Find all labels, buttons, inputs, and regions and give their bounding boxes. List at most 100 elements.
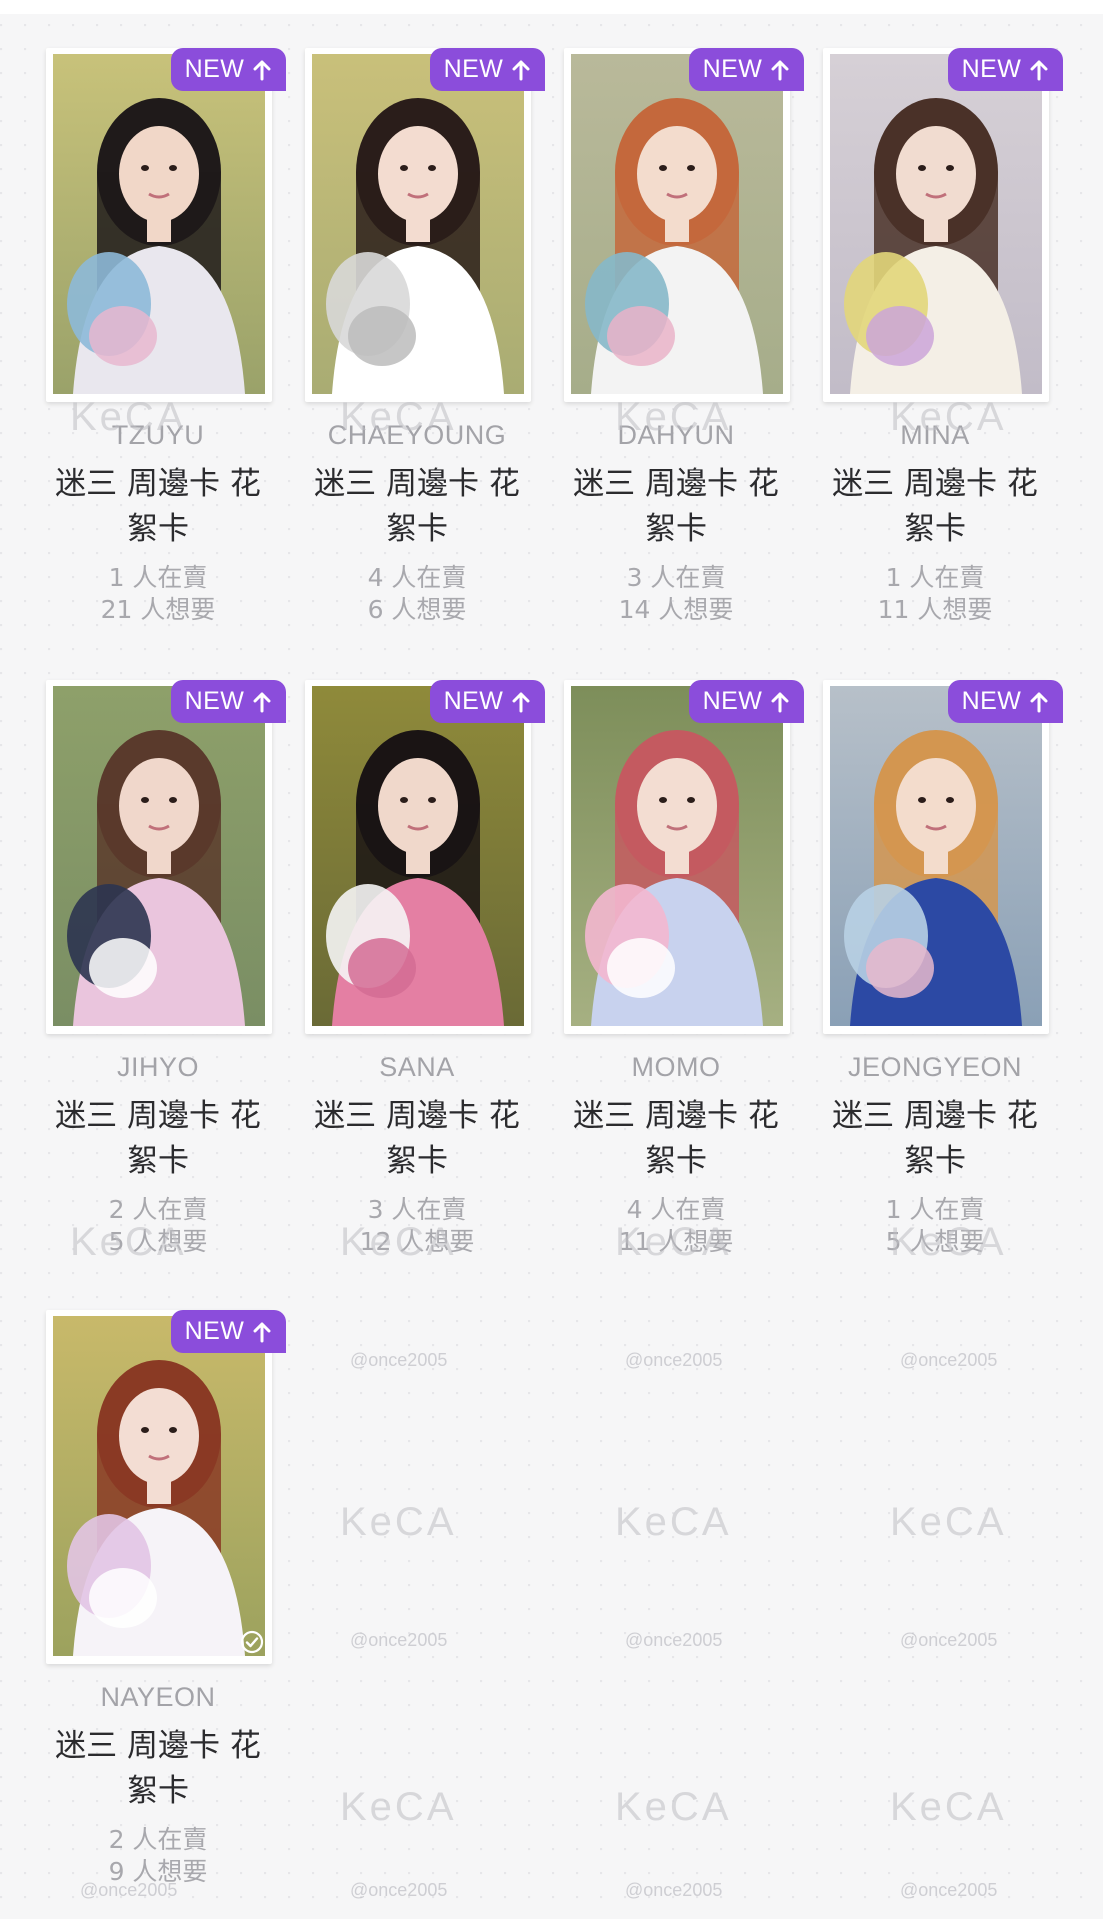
arrow-up-icon [253,692,271,712]
new-badge: NEW [171,1310,286,1353]
photocard-image [312,686,524,1026]
keca-watermark: KeCA [615,1785,732,1829]
handle-watermark: @once2005 [900,1630,998,1650]
member-name: MOMO [631,1052,721,1082]
new-badge-label: NEW [961,55,1022,83]
member-name: NAYEON [100,1682,216,1712]
keca-watermark: KeCA [340,1500,457,1544]
member-name: JIHYO [116,1052,199,1082]
card-title: 迷三 周邊卡 花絮卡 [314,1098,520,1179]
sellers-count: 1 人在賣 [885,563,985,592]
handle-watermark: @once2005 [350,1350,448,1370]
photocard-image-frame[interactable]: NEW [305,680,545,1034]
handle-watermark: @once2005 [350,1880,448,1900]
card-title: 迷三 周邊卡 花絮卡 [55,1098,261,1179]
member-name: JEONGYEON [847,1052,1023,1082]
photocard-image-frame[interactable]: NEW [823,680,1063,1034]
keca-watermark: KeCA [890,1785,1007,1829]
card-title: 迷三 周邊卡 花絮卡 [573,466,779,547]
arrow-up-icon [512,692,530,712]
card-title: 迷三 周邊卡 花絮卡 [832,1098,1038,1179]
top-bar [0,0,1103,14]
new-badge: NEW [171,48,286,91]
check-circle-icon [240,1630,264,1654]
new-badge: NEW [948,48,1063,91]
handle-watermark: @once2005 [350,1630,448,1650]
photocard-image-frame[interactable]: NEW [823,48,1063,402]
arrow-up-icon [512,60,530,80]
handle-watermark: @once2005 [900,1880,998,1900]
photocard-item[interactable]: NEW DAHYUN 迷三 周邊卡 花絮卡 3 人在賣 14 人想要 [546,30,806,640]
photocard-image-frame[interactable]: NEW [564,680,804,1034]
photocard-image-frame[interactable]: NEW [564,48,804,402]
new-badge-label: NEW [184,687,245,715]
new-badge-label: NEW [443,687,504,715]
photocard-item[interactable]: NEW SANA 迷三 周邊卡 花絮卡 3 人在賣 12 人想要 [287,662,547,1272]
wanters-count: 21 人想要 [100,595,216,624]
keca-watermark: KeCA [70,1220,187,1264]
photocard-item[interactable]: NEW NAYEON 迷三 周邊卡 花絮卡 2 人在賣 9 人想要 [28,1292,288,1902]
handle-watermark: @once2005 [80,1880,178,1900]
arrow-up-icon [1030,692,1048,712]
photocard-image [830,686,1042,1026]
keca-watermark: KeCA [70,395,187,439]
photocard-item[interactable]: NEW CHAEYOUNG 迷三 周邊卡 花絮卡 4 人在賣 6 人想要 [287,30,547,640]
handle-watermark: @once2005 [625,1350,723,1370]
new-badge-label: NEW [184,55,245,83]
sellers-count: 2 人在賣 [108,1825,208,1854]
member-name: SANA [379,1052,455,1082]
new-badge: NEW [430,680,545,723]
keca-watermark: KeCA [615,395,732,439]
sellers-count: 1 人在賣 [108,563,208,592]
card-title: 迷三 周邊卡 花絮卡 [573,1098,779,1179]
wanters-count: 6 人想要 [367,595,467,624]
card-title: 迷三 周邊卡 花絮卡 [314,466,520,547]
arrow-up-icon [771,60,789,80]
card-title: 迷三 周邊卡 花絮卡 [55,466,261,547]
arrow-up-icon [1030,60,1048,80]
new-badge-label: NEW [184,1317,245,1345]
photocard-item[interactable]: NEW MOMO 迷三 周邊卡 花絮卡 4 人在賣 11 人想要 [546,662,806,1272]
new-badge-label: NEW [443,55,504,83]
photocard-image-frame[interactable]: NEW [46,680,286,1034]
photocard-grid-page: NEW TZUYU 迷三 周邊卡 花絮卡 1 人在賣 21 人想要 NEW CH… [0,0,1103,1919]
new-badge-label: NEW [702,55,763,83]
photocard-image [312,54,524,394]
photocard-item[interactable]: NEW MINA 迷三 周邊卡 花絮卡 1 人在賣 11 人想要 [805,30,1065,640]
keca-watermark: KeCA [890,1220,1007,1264]
sellers-count: 4 人在賣 [367,563,467,592]
photocard-image [571,54,783,394]
photocard-image [830,54,1042,394]
new-badge: NEW [430,48,545,91]
keca-watermark: KeCA [890,1500,1007,1544]
photocard-image [53,1316,265,1656]
photocard-image [53,686,265,1026]
keca-watermark: KeCA [340,1220,457,1264]
new-badge: NEW [948,680,1063,723]
arrow-up-icon [253,60,271,80]
keca-watermark: KeCA [615,1500,732,1544]
keca-watermark: KeCA [615,1220,732,1264]
arrow-up-icon [253,1322,271,1342]
photocard-item[interactable]: NEW TZUYU 迷三 周邊卡 花絮卡 1 人在賣 21 人想要 [28,30,288,640]
card-title: 迷三 周邊卡 花絮卡 [55,1728,261,1809]
keca-watermark: KeCA [890,395,1007,439]
photocard-item[interactable]: NEW JEONGYEON 迷三 周邊卡 花絮卡 1 人在賣 5 人想要 [805,662,1065,1272]
handle-watermark: @once2005 [900,1350,998,1370]
keca-watermark: KeCA [340,395,457,439]
photocard-image-frame[interactable]: NEW [46,1310,286,1664]
keca-watermark: KeCA [340,1785,457,1829]
wanters-count: 11 人想要 [877,595,993,624]
handle-watermark: @once2005 [625,1880,723,1900]
new-badge: NEW [689,48,804,91]
card-title: 迷三 周邊卡 花絮卡 [832,466,1038,547]
photocard-image-frame[interactable]: NEW [305,48,545,402]
new-badge: NEW [689,680,804,723]
photocard-image [53,54,265,394]
wanters-count: 14 人想要 [618,595,734,624]
photocard-image-frame[interactable]: NEW [46,48,286,402]
new-badge-label: NEW [702,687,763,715]
new-badge: NEW [171,680,286,723]
photocard-item[interactable]: NEW JIHYO 迷三 周邊卡 花絮卡 2 人在賣 5 人想要 [28,662,288,1272]
new-badge-label: NEW [961,687,1022,715]
